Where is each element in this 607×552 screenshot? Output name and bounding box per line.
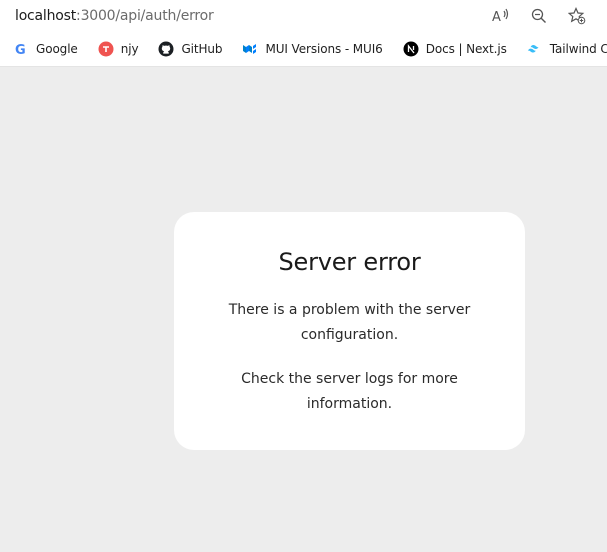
address-bar[interactable]: localhost:3000/api/auth/error A <box>0 0 607 33</box>
bookmark-github[interactable]: GitHub <box>145 37 229 61</box>
address-bar-actions: A <box>491 6 587 26</box>
bookmark-njy[interactable]: njy <box>85 37 146 61</box>
bookmark-label: Docs | Next.js <box>425 42 507 56</box>
nextjs-icon <box>403 41 419 57</box>
read-aloud-icon[interactable]: A <box>491 6 511 26</box>
url-path: :3000/api/auth/error <box>76 8 214 24</box>
error-title: Server error <box>278 248 421 276</box>
url-host: localhost <box>15 8 77 24</box>
bookmark-mui[interactable]: MUI Versions - MUI6 <box>229 37 389 61</box>
bookmarks-bar: G Google njy GitHub MUI Versions - MUI6 … <box>0 36 607 62</box>
tailwind-icon <box>527 41 543 57</box>
error-card: Server error There is a problem with the… <box>174 212 525 450</box>
svg-text:A: A <box>492 10 501 24</box>
svg-text:G: G <box>15 43 26 56</box>
github-icon <box>158 41 174 57</box>
browser-chrome: localhost:3000/api/auth/error A G Google… <box>0 0 607 67</box>
bookmark-label: MUI Versions - MUI6 <box>265 42 383 56</box>
zoom-icon[interactable] <box>529 6 549 26</box>
url-text[interactable]: localhost:3000/api/auth/error <box>15 7 214 25</box>
bookmark-label: Tailwind CSS <box>549 42 607 56</box>
favorite-add-icon[interactable] <box>567 6 587 26</box>
bookmark-tailwind[interactable]: Tailwind CSS <box>514 37 607 61</box>
mui-icon <box>242 41 258 57</box>
bookmark-label: GitHub <box>181 42 223 56</box>
error-hint: Check the server logs for more informati… <box>241 371 458 412</box>
bookmark-label: Google <box>36 42 78 56</box>
bookmark-nextjs[interactable]: Docs | Next.js <box>390 37 514 61</box>
error-message: There is a problem with the server confi… <box>228 302 471 343</box>
bookmark-label: njy <box>120 42 139 56</box>
google-icon: G <box>13 41 29 57</box>
bookmark-google[interactable]: G Google <box>0 37 85 61</box>
njy-icon <box>98 41 114 57</box>
